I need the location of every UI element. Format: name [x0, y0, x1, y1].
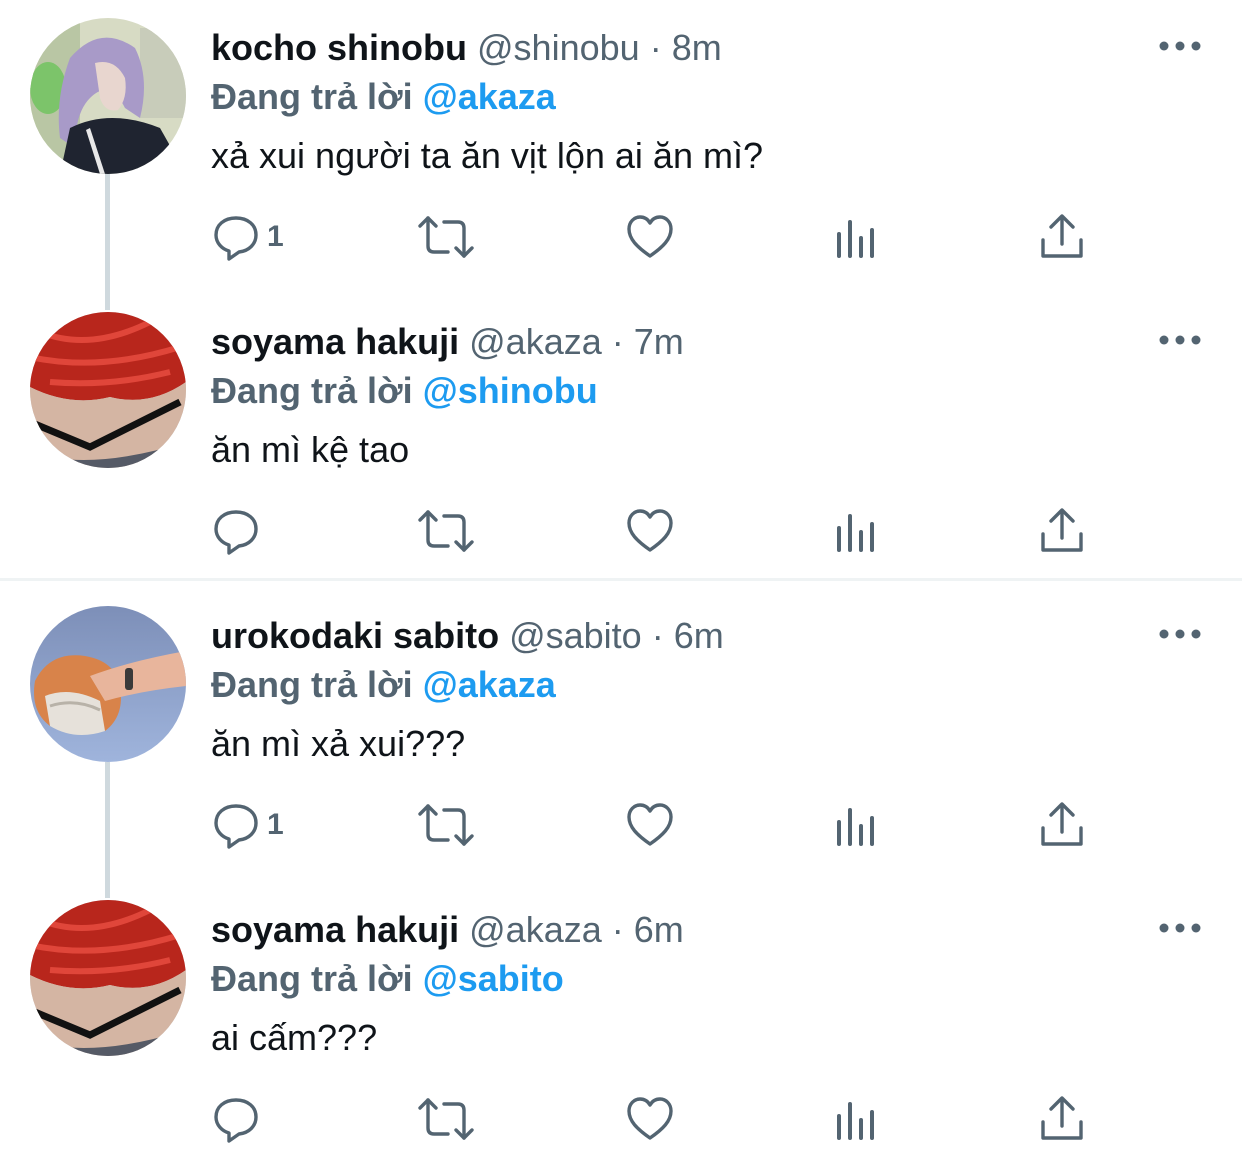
share-icon	[1041, 214, 1083, 258]
reply-mention-link[interactable]: @sabito	[423, 958, 564, 999]
like-icon	[627, 215, 673, 258]
share-icon	[1041, 1096, 1083, 1140]
reply-mention-link[interactable]: @shinobu	[423, 370, 598, 411]
views-icon	[837, 808, 874, 846]
views-button[interactable]	[831, 800, 881, 850]
views-button[interactable]	[831, 1094, 881, 1144]
views-icon	[837, 514, 874, 552]
tweet[interactable]: soyama hakuji @akaza · 6m Đang trả lời @…	[0, 882, 1242, 1176]
tweet-text: xả xui người ta ăn vịt lộn ai ăn mì?	[211, 135, 763, 176]
retweet-icon	[418, 216, 474, 258]
author-name[interactable]: soyama hakuji	[211, 321, 459, 362]
retweet-button[interactable]	[416, 800, 476, 850]
tweet[interactable]: urokodaki sabito @sabito · 6m Đang trả l…	[0, 588, 1242, 882]
views-button[interactable]	[831, 212, 881, 262]
retweet-button[interactable]	[416, 1094, 476, 1144]
views-button[interactable]	[831, 506, 881, 556]
reply-count: 1	[267, 220, 284, 253]
author-handle[interactable]: @sabito	[509, 615, 642, 656]
retweet-icon	[418, 510, 474, 552]
reply-button[interactable]: 1	[211, 800, 284, 850]
like-button[interactable]	[625, 212, 675, 262]
author-handle[interactable]: @shinobu	[477, 27, 640, 68]
tweet[interactable]: kocho shinobu @shinobu · 8m Đang trả lời…	[0, 0, 1242, 294]
reply-button[interactable]	[211, 1094, 267, 1144]
share-button[interactable]	[1037, 1094, 1087, 1144]
avatar[interactable]	[30, 900, 186, 1056]
retweet-icon	[418, 1098, 474, 1140]
reply-mention-link[interactable]: @akaza	[423, 664, 556, 705]
more-icon[interactable]	[1158, 622, 1202, 646]
avatar[interactable]	[30, 312, 186, 468]
replying-to-label: Đang trả lời	[211, 76, 413, 117]
replying-to-label: Đang trả lời	[211, 664, 413, 705]
replying-to: Đang trả lời @akaza	[211, 663, 556, 707]
replying-to: Đang trả lời @akaza	[211, 75, 556, 119]
more-icon[interactable]	[1158, 328, 1202, 352]
retweet-button[interactable]	[416, 212, 476, 262]
author-name[interactable]: kocho shinobu	[211, 27, 467, 68]
red-hair-avatar-image	[30, 312, 186, 468]
share-button[interactable]	[1037, 212, 1087, 262]
retweet-icon	[418, 804, 474, 846]
tweet-text: ai cấm???	[211, 1017, 378, 1058]
share-icon	[1041, 508, 1083, 552]
share-button[interactable]	[1037, 506, 1087, 556]
replying-to: Đang trả lời @shinobu	[211, 369, 598, 413]
red-hair-avatar-image	[30, 900, 186, 1056]
sky-masked-avatar-image	[30, 606, 186, 762]
timestamp[interactable]: 7m	[634, 321, 684, 362]
reply-icon	[214, 804, 258, 849]
timestamp[interactable]: 6m	[634, 909, 684, 950]
separator-dot: ·	[651, 615, 664, 656]
tweet-actions: 1	[211, 212, 1111, 262]
author-handle[interactable]: @akaza	[469, 321, 602, 362]
author-name[interactable]: urokodaki sabito	[211, 615, 499, 656]
like-icon	[627, 803, 673, 846]
tweet-actions	[211, 506, 1111, 556]
reply-mention-link[interactable]: @akaza	[423, 76, 556, 117]
share-icon	[1041, 802, 1083, 846]
purple-hair-avatar-image	[30, 18, 186, 174]
reply-icon	[214, 216, 258, 261]
more-icon[interactable]	[1158, 916, 1202, 940]
separator-dot: ·	[611, 909, 624, 950]
like-button[interactable]	[625, 506, 675, 556]
reply-button[interactable]	[211, 506, 267, 556]
like-button[interactable]	[625, 800, 675, 850]
author-name[interactable]: soyama hakuji	[211, 909, 459, 950]
share-button[interactable]	[1037, 800, 1087, 850]
like-icon	[627, 509, 673, 552]
avatar[interactable]	[30, 606, 186, 762]
replying-to: Đang trả lời @sabito	[211, 957, 564, 1001]
separator-dot: ·	[649, 27, 662, 68]
like-icon	[627, 1097, 673, 1140]
reply-button[interactable]: 1	[211, 212, 284, 262]
tweet-text: ăn mì kệ tao	[211, 429, 410, 470]
timestamp[interactable]: 6m	[674, 615, 724, 656]
timestamp[interactable]: 8m	[672, 27, 722, 68]
tweet-actions: 1	[211, 800, 1111, 850]
reply-icon	[214, 1098, 258, 1143]
tweet-header: soyama hakuji @akaza · 7m	[211, 320, 684, 364]
avatar[interactable]	[30, 18, 186, 174]
reply-icon	[214, 510, 258, 555]
views-icon	[837, 220, 874, 258]
like-button[interactable]	[625, 1094, 675, 1144]
more-icon[interactable]	[1158, 34, 1202, 58]
replying-to-label: Đang trả lời	[211, 958, 413, 999]
replying-to-label: Đang trả lời	[211, 370, 413, 411]
author-handle[interactable]: @akaza	[469, 909, 602, 950]
tweet[interactable]: soyama hakuji @akaza · 7m Đang trả lời @…	[0, 294, 1242, 588]
reply-count: 1	[267, 808, 284, 841]
tweet-header: kocho shinobu @shinobu · 8m	[211, 26, 722, 70]
tweet-header: urokodaki sabito @sabito · 6m	[211, 614, 724, 658]
tweet-header: soyama hakuji @akaza · 6m	[211, 908, 684, 952]
tweet-text: ăn mì xả xui???	[211, 723, 466, 764]
views-icon	[837, 1102, 874, 1140]
tweet-actions	[211, 1094, 1111, 1144]
retweet-button[interactable]	[416, 506, 476, 556]
separator-dot: ·	[611, 321, 624, 362]
